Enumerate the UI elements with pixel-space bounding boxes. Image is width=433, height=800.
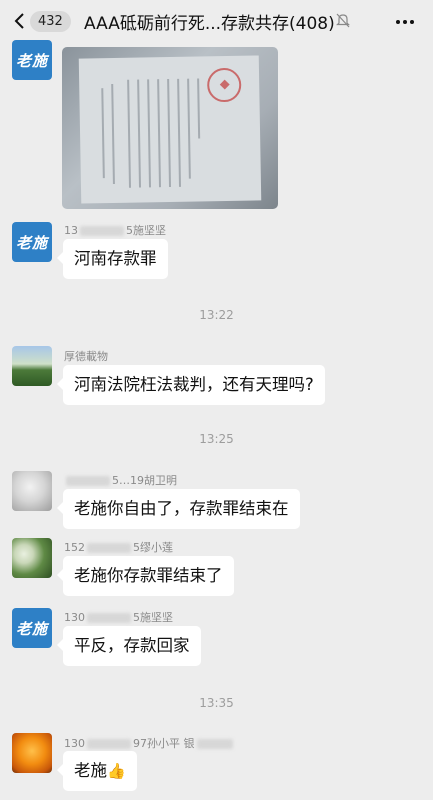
mute-bell-icon <box>336 13 350 28</box>
message-text: 老施 <box>74 761 107 780</box>
unread-count-badge[interactable]: 432 <box>30 11 71 32</box>
chat-header: 432 AAA砥砺前行死...存款共存(408) <box>0 0 433 42</box>
avatar[interactable]: 老施 <box>12 608 52 648</box>
sender-name: 13 5施坚坚 <box>64 224 166 237</box>
sender-name: 厚德載物 <box>64 350 108 363</box>
message-bubble[interactable]: 河南法院枉法裁判，还有天理吗? <box>57 365 325 405</box>
document-photo <box>78 55 262 204</box>
message-bubble[interactable]: 老施你存款罪结束了 <box>57 556 234 596</box>
message-bubble[interactable]: 河南存款罪 <box>57 239 168 279</box>
back-icon[interactable] <box>12 12 28 30</box>
avatar[interactable]: 老施 <box>12 222 52 262</box>
avatar[interactable] <box>12 346 52 386</box>
message-bubble[interactable]: 平反，存款回家 <box>57 626 201 666</box>
avatar-label: 老施 <box>15 619 48 638</box>
message-list[interactable]: 老施 老施 13 5施坚坚 河南存款罪 13:22 厚德載物 河南法院枉法裁判，还… <box>0 40 433 800</box>
avatar[interactable]: 老施 <box>12 40 52 80</box>
sender-name: 152 5缪小莲 <box>64 541 173 554</box>
timestamp: 13:35 <box>199 696 234 710</box>
image-message[interactable] <box>62 47 278 209</box>
message-bubble[interactable]: 老施👍 <box>57 751 137 791</box>
more-options-icon[interactable] <box>396 20 414 24</box>
message-bubble[interactable]: 老施你自由了，存款罪结束在 <box>57 489 300 529</box>
avatar[interactable] <box>12 733 52 773</box>
timestamp: 13:25 <box>199 432 234 446</box>
sender-name: 130 97孙小平 银 <box>64 735 235 751</box>
timestamp: 13:22 <box>199 308 234 322</box>
avatar[interactable] <box>12 471 52 511</box>
thumbs-up-icon: 👍 <box>107 762 126 780</box>
sender-name: 5…19胡卫明 <box>64 472 177 488</box>
avatar-label: 老施 <box>15 51 48 70</box>
sender-name: 130 5施坚坚 <box>64 611 173 624</box>
avatar[interactable] <box>12 538 52 578</box>
avatar-label: 老施 <box>15 233 48 252</box>
chat-title: AAA砥砺前行死...存款共存(408) <box>84 14 335 34</box>
red-seal-icon <box>206 67 242 103</box>
